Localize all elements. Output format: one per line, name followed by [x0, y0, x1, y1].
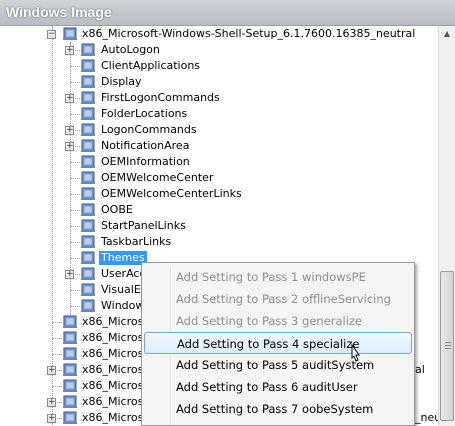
- grip-line: [445, 342, 451, 343]
- expand-icon[interactable]: +: [65, 94, 74, 103]
- window-title: Windows Image: [6, 4, 112, 20]
- tree-node-label: OEMInformation: [101, 155, 190, 168]
- menu-item-label: Add Setting to Pass 3 generalize: [176, 314, 363, 328]
- tree-node-label: x86_Microsoft-Windows-Shell-Setup_6.1.76…: [82, 27, 416, 40]
- component-icon: [80, 203, 96, 217]
- tree-node[interactable]: + AutoLogon: [0, 42, 438, 58]
- expand-icon[interactable]: +: [65, 142, 74, 151]
- tree-node[interactable]: Display: [0, 74, 438, 90]
- tree-node[interactable]: OEMInformation: [0, 154, 438, 170]
- tree-node-label: NotificationArea: [101, 139, 190, 152]
- menu-item-label: Add Setting to Pass 7 oobeSystem: [176, 402, 374, 416]
- tree-node[interactable]: ClientApplications: [0, 58, 438, 74]
- menu-item-label: Add Setting to Pass 1 windowsPE: [176, 270, 366, 284]
- component-icon: [80, 187, 96, 201]
- menu-item-pass-7[interactable]: Add Setting to Pass 7 oobeSystem: [144, 398, 412, 420]
- component-icon: [62, 347, 78, 361]
- component-icon: [80, 171, 96, 185]
- component-icon: [80, 43, 96, 57]
- vertical-scrollbar[interactable]: ▲: [438, 26, 455, 426]
- menu-item-pass-6[interactable]: Add Setting to Pass 6 auditUser: [144, 376, 412, 398]
- tree-node-label: Themes: [99, 251, 147, 265]
- expand-icon[interactable]: +: [47, 414, 56, 423]
- component-icon: [80, 299, 96, 313]
- menu-item-pass-5[interactable]: Add Setting to Pass 5 auditSystem: [144, 354, 412, 376]
- scroll-thumb[interactable]: [440, 271, 454, 421]
- tree-node-label: StartPanelLinks: [101, 219, 186, 232]
- menu-item-pass-1[interactable]: Add Setting to Pass 1 windowsPE: [144, 266, 412, 288]
- component-icon: [62, 395, 78, 409]
- component-icon: [80, 219, 96, 233]
- tree-node-label: FirstLogonCommands: [101, 91, 220, 104]
- expand-icon[interactable]: +: [65, 126, 74, 135]
- tree-node-label: VisualEf: [101, 283, 145, 296]
- component-icon: [62, 315, 78, 329]
- tree-node[interactable]: OOBE: [0, 202, 438, 218]
- component-icon: [80, 139, 96, 153]
- expand-icon[interactable]: +: [65, 270, 74, 279]
- collapse-icon[interactable]: −: [47, 30, 56, 39]
- menu-item-label: Add Setting to Pass 4 specialize: [177, 337, 360, 351]
- tree-node-label: ClientApplications: [101, 59, 201, 72]
- component-icon: [62, 363, 78, 377]
- menu-item-label: Add Setting to Pass 5 auditSystem: [176, 358, 375, 372]
- tree-node[interactable]: StartPanelLinks: [0, 218, 438, 234]
- scroll-up-button[interactable]: ▲: [439, 26, 455, 42]
- tree-node-label: TaskbarLinks: [101, 235, 172, 248]
- component-icon: [80, 91, 96, 105]
- tree-node[interactable]: + NotificationArea: [0, 138, 438, 154]
- component-icon: [80, 251, 96, 265]
- component-icon: [80, 107, 96, 121]
- tree-node-label: LogonCommands: [101, 123, 197, 136]
- component-icon: [62, 379, 78, 393]
- tree-node[interactable]: OEMWelcomeCenterLinks: [0, 186, 438, 202]
- tree-node-label-overflow: _neu: [415, 411, 438, 424]
- tree-node-label: OOBE: [101, 203, 133, 216]
- component-icon: [62, 331, 78, 345]
- grip-line: [445, 345, 451, 346]
- tree-node[interactable]: − x86_Microsoft-Windows-Shell-Setup_6.1.7…: [0, 26, 438, 42]
- component-icon: [80, 235, 96, 249]
- mouse-pointer-icon: [351, 344, 360, 362]
- menu-item-label: Add Setting to Pass 2 offlineServicing: [176, 292, 391, 306]
- component-icon: [80, 75, 96, 89]
- menu-item-pass-2[interactable]: Add Setting to Pass 2 offlineServicing: [144, 288, 412, 310]
- menu-item-pass-4[interactable]: Add Setting to Pass 4 specialize: [144, 332, 412, 354]
- component-icon: [80, 59, 96, 73]
- tree-node-label: Window: [101, 299, 145, 312]
- component-icon: [80, 267, 96, 281]
- expand-icon[interactable]: +: [65, 46, 74, 55]
- component-icon: [80, 283, 96, 297]
- menu-item-label: Add Setting to Pass 6 auditUser: [176, 380, 358, 394]
- tree-node-label: OEMWelcomeCenterLinks: [101, 187, 242, 200]
- tree-node[interactable]: + LogonCommands: [0, 122, 438, 138]
- grip-line: [445, 348, 451, 349]
- component-icon: [80, 155, 96, 169]
- tree-node-label: AutoLogon: [101, 43, 160, 56]
- tree-node[interactable]: TaskbarLinks: [0, 234, 438, 250]
- tree-node-label: OEMWelcomeCenter: [101, 171, 214, 184]
- tree-node[interactable]: OEMWelcomeCenter: [0, 170, 438, 186]
- component-icon: [62, 27, 78, 41]
- tree-node[interactable]: + FirstLogonCommands: [0, 90, 438, 106]
- tree-node-label: Display: [101, 75, 142, 88]
- component-icon: [80, 123, 96, 137]
- menu-item-pass-3[interactable]: Add Setting to Pass 3 generalize: [144, 310, 412, 332]
- tree-node-label: FolderLocations: [101, 107, 188, 120]
- tree-node[interactable]: FolderLocations: [0, 106, 438, 122]
- component-icon: [62, 411, 78, 425]
- expand-icon[interactable]: +: [47, 398, 56, 407]
- tree-node-label-overflow: al: [415, 363, 425, 376]
- window-titlebar: Windows Image: [0, 0, 455, 26]
- expand-icon[interactable]: +: [47, 366, 56, 375]
- context-menu: Add Setting to Pass 1 windowsPE Add Setti…: [141, 262, 415, 426]
